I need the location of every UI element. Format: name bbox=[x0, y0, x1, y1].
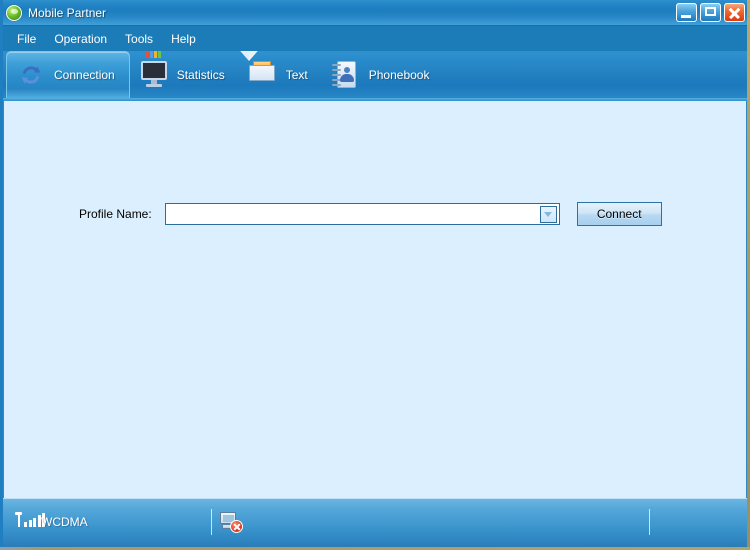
menu-item-file[interactable]: File bbox=[8, 29, 45, 49]
window-controls bbox=[676, 3, 745, 22]
tab-phonebook-label: Phonebook bbox=[368, 67, 430, 82]
close-button[interactable] bbox=[724, 3, 745, 22]
mobile-partner-window: Mobile Partner File Operation Tools Help bbox=[0, 0, 750, 550]
profile-name-label: Profile Name: bbox=[79, 207, 152, 221]
menu-item-tools[interactable]: Tools bbox=[116, 29, 162, 49]
tab-text[interactable]: Text bbox=[234, 44, 322, 98]
status-separator-1 bbox=[211, 509, 212, 535]
window-title: Mobile Partner bbox=[28, 6, 107, 20]
maximize-button[interactable] bbox=[700, 3, 721, 22]
menu-item-operation[interactable]: Operation bbox=[45, 29, 116, 49]
tab-connection[interactable]: Connection bbox=[6, 51, 130, 98]
minimize-button[interactable] bbox=[676, 3, 697, 22]
toolbar-tab-strip: Connection Statistics Text Phonebook bbox=[0, 44, 750, 101]
status-bar: WCDMA bbox=[3, 498, 747, 547]
content-panel: Profile Name: Connect bbox=[3, 101, 747, 498]
connect-button[interactable]: Connect bbox=[576, 202, 662, 226]
tab-connection-label: Connection bbox=[54, 68, 115, 82]
profile-name-row: Profile Name: Connect bbox=[79, 202, 662, 226]
notebook-contact-icon bbox=[331, 60, 360, 89]
status-separator-2 bbox=[649, 509, 650, 535]
profile-name-combobox[interactable] bbox=[164, 203, 560, 225]
app-icon bbox=[6, 5, 22, 21]
tab-statistics[interactable]: Statistics bbox=[130, 45, 239, 98]
network-disconnected-icon bbox=[220, 512, 243, 533]
envelope-icon bbox=[234, 44, 277, 89]
tab-statistics-label: Statistics bbox=[176, 67, 225, 82]
monitor-barchart-icon bbox=[140, 45, 168, 89]
chevron-down-icon[interactable] bbox=[539, 206, 557, 223]
sync-circle-icon bbox=[17, 61, 45, 89]
network-type-label: WCDMA bbox=[41, 515, 88, 529]
title-bar: Mobile Partner bbox=[0, 0, 750, 26]
tab-text-label: Text bbox=[285, 67, 308, 82]
tab-phonebook[interactable]: Phonebook bbox=[322, 51, 444, 98]
menu-bar: File Operation Tools Help bbox=[0, 26, 750, 51]
menu-item-help[interactable]: Help bbox=[162, 29, 205, 49]
tab-strip-underline bbox=[0, 98, 750, 101]
